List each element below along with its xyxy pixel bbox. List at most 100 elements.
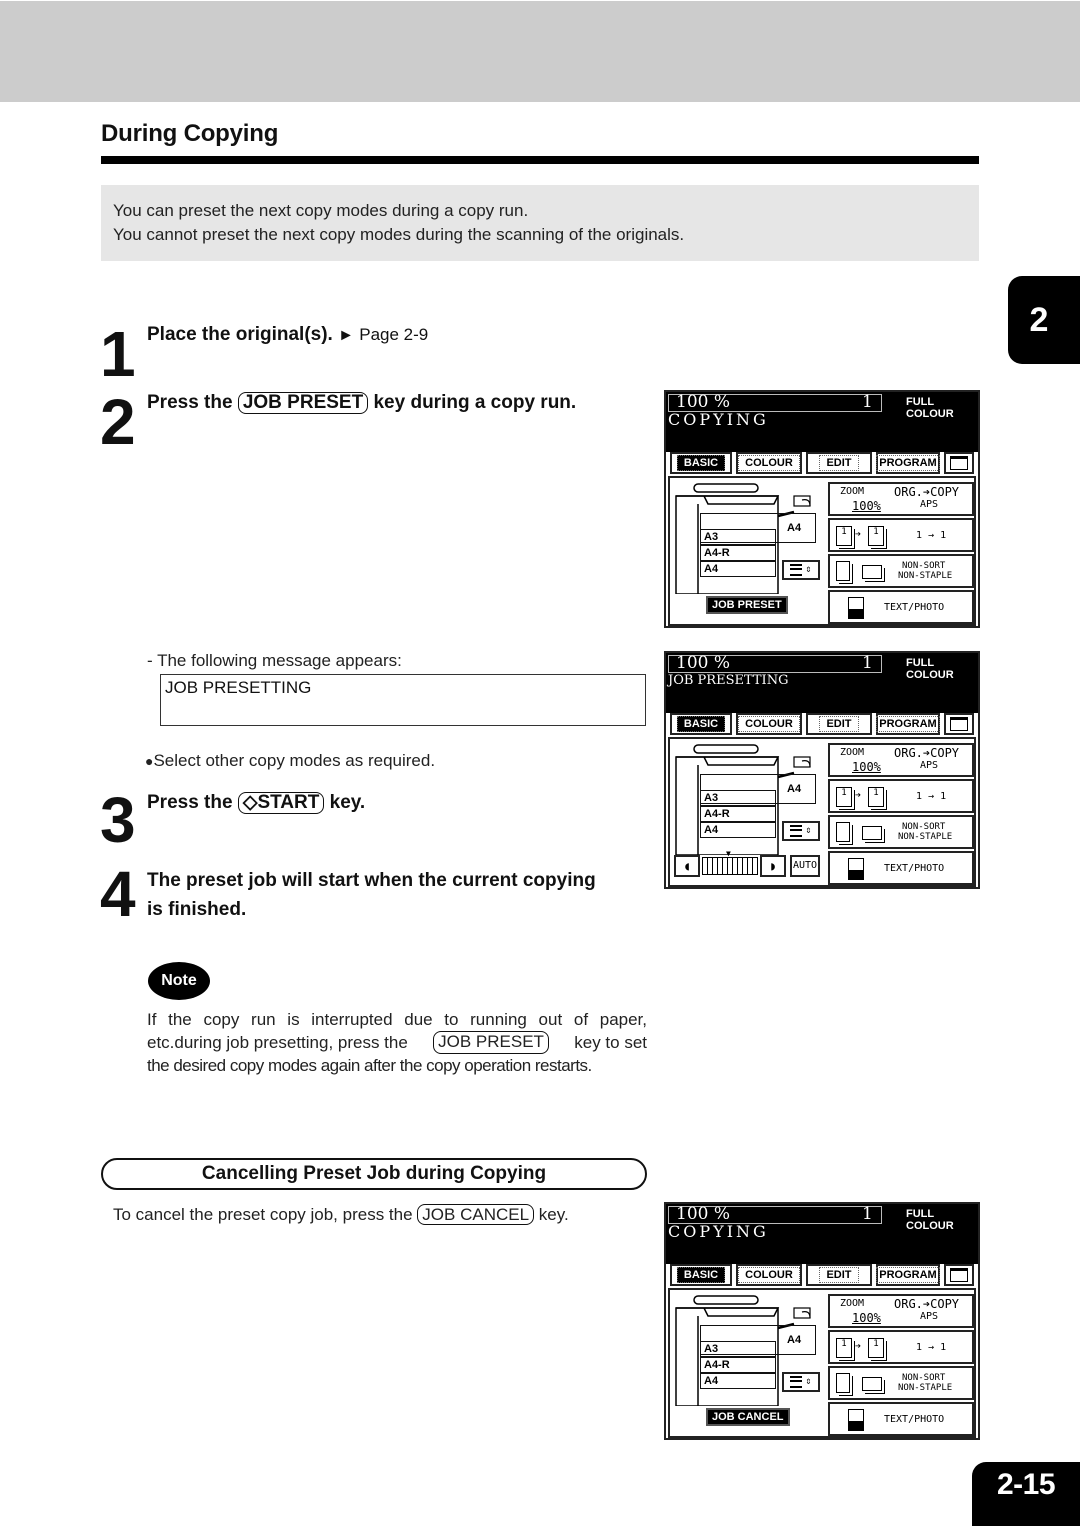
lcd-body: A4 A3 A4-R A4 ⇕ JOB PRESET ZOOM 100% ORG… bbox=[668, 476, 976, 626]
original-page-icon: 1 bbox=[836, 1338, 852, 1358]
keypad-icon bbox=[950, 1268, 968, 1282]
finishing-button[interactable]: NON-SORT NON-STAPLE bbox=[828, 1366, 974, 1400]
copy-page-icon: 1 bbox=[868, 526, 884, 546]
tab-edit[interactable]: EDIT bbox=[806, 713, 872, 735]
tab-label: EDIT bbox=[819, 455, 859, 471]
zoom-button[interactable]: ZOOM 100% ORG.➔COPY APS bbox=[828, 743, 974, 777]
tab-label: COLOUR bbox=[738, 455, 800, 471]
zoom-button[interactable]: ZOOM 100% ORG.➔COPY APS bbox=[828, 482, 974, 516]
tab-program[interactable]: PROGRAM bbox=[876, 1264, 940, 1286]
zoom-label: ZOOM bbox=[840, 747, 865, 758]
step-number: 3 bbox=[100, 784, 136, 856]
tab-colour[interactable]: COLOUR bbox=[736, 713, 802, 735]
note-text: If the copy run is interrupted due to ru… bbox=[147, 1008, 647, 1077]
tab-label: PROGRAM bbox=[876, 716, 940, 732]
lcd-status-message: JOB PRESETTING bbox=[668, 673, 789, 688]
page-reference: Page 2-9 bbox=[359, 325, 429, 344]
tab-label: BASIC bbox=[676, 455, 726, 471]
duplex-button[interactable]: 1 ➔ 1 1 → 1 bbox=[828, 1330, 974, 1364]
cancel-pre: To cancel the preset copy job, press the bbox=[113, 1205, 413, 1224]
zoom-button[interactable]: ZOOM 100% ORG.➔COPY APS bbox=[828, 1294, 974, 1328]
step-3-text: Press the ◇START key. bbox=[147, 792, 365, 814]
finishing-button[interactable]: NON-SORT NON-STAPLE bbox=[828, 554, 974, 588]
tab-keypad[interactable] bbox=[944, 713, 974, 735]
header-band bbox=[0, 1, 1080, 102]
copy-page-icon: 1 bbox=[868, 787, 884, 807]
tray-3[interactable]: A4 bbox=[700, 822, 776, 838]
step-2-pre: Press the bbox=[147, 392, 233, 413]
arrow-right-icon: ➔ bbox=[855, 529, 862, 540]
finishing-button[interactable]: NON-SORT NON-STAPLE bbox=[828, 815, 974, 849]
tab-edit[interactable]: EDIT bbox=[806, 452, 872, 474]
tray-1[interactable]: A3 bbox=[700, 529, 776, 545]
text-photo-icon bbox=[848, 858, 864, 880]
step-3-pre: Press the bbox=[147, 792, 233, 813]
image-mode-button[interactable]: TEXT/PHOTO bbox=[828, 851, 974, 885]
tab-basic[interactable]: BASIC bbox=[670, 452, 732, 474]
density-lighter-button[interactable]: ◖ bbox=[674, 855, 700, 877]
tray-1[interactable]: A3 bbox=[700, 790, 776, 806]
chapter-tab: 2 bbox=[1008, 276, 1080, 364]
job-preset-button[interactable]: JOB PRESET bbox=[706, 596, 788, 614]
finish-line: NON-STAPLE bbox=[898, 1383, 953, 1393]
tab-program[interactable]: PROGRAM bbox=[876, 452, 940, 474]
tray-3[interactable]: A4 bbox=[700, 1373, 776, 1389]
tab-keypad[interactable] bbox=[944, 452, 974, 474]
section-title: During Copying bbox=[101, 120, 279, 147]
tray-size: A4 bbox=[787, 1334, 802, 1346]
note-line2-pre: etc.during job presetting, press the bbox=[147, 1033, 408, 1052]
up-down-arrow-icon: ⇕ bbox=[805, 1376, 812, 1387]
tray-select-button[interactable]: ⇕ bbox=[782, 1372, 820, 1392]
intro-line: You can preset the next copy modes durin… bbox=[113, 201, 529, 220]
tray-2[interactable]: A4-R bbox=[700, 1357, 776, 1373]
step-3-post: key. bbox=[329, 792, 366, 813]
step-number: 4 bbox=[100, 858, 136, 930]
lcd-tabs: BASIC COLOUR EDIT PROGRAM bbox=[670, 452, 976, 476]
tray-select-button[interactable]: ⇕ bbox=[782, 560, 820, 580]
tray-2[interactable]: A4-R bbox=[700, 545, 776, 561]
tab-program[interactable]: PROGRAM bbox=[876, 713, 940, 735]
tray-3[interactable]: A4 bbox=[700, 561, 776, 577]
half-moon-left-icon: ◖ bbox=[683, 859, 691, 873]
note-line: etc.during job presetting, press the JOB… bbox=[147, 1031, 647, 1054]
density-slider[interactable]: ▼ bbox=[702, 849, 758, 875]
lcd-screen-job-cancel: 100 % 1 FULL COLOUR COPYING BASIC COLOUR… bbox=[664, 1202, 980, 1440]
lcd-zoom-readout: 100 % bbox=[676, 653, 731, 673]
lcd-zoom-readout: 100 % bbox=[676, 1204, 731, 1224]
sort-stack-icon bbox=[836, 561, 850, 581]
up-down-arrow-icon: ⇕ bbox=[805, 564, 812, 575]
text-photo-icon bbox=[848, 597, 864, 619]
step-4-text: The preset job will start when the curre… bbox=[147, 866, 596, 924]
arrow-right-icon: ➔ bbox=[855, 1341, 862, 1352]
job-cancel-button[interactable]: JOB CANCEL bbox=[706, 1408, 790, 1426]
tab-basic[interactable]: BASIC bbox=[670, 713, 732, 735]
tray-select-button[interactable]: ⇕ bbox=[782, 821, 820, 841]
step-1-text: Place the original(s). ► Page 2-9 bbox=[147, 324, 428, 346]
text-photo-icon bbox=[848, 1409, 864, 1431]
tab-keypad[interactable] bbox=[944, 1264, 974, 1286]
tray-size: A4 bbox=[787, 783, 802, 795]
auto-label: AUTO bbox=[792, 860, 818, 871]
duplex-button[interactable]: 1 ➔ 1 1 → 1 bbox=[828, 779, 974, 813]
tray-2[interactable]: A4-R bbox=[700, 806, 776, 822]
image-mode-button[interactable]: TEXT/PHOTO bbox=[828, 590, 974, 624]
tab-edit[interactable]: EDIT bbox=[806, 1264, 872, 1286]
half-moon-right-icon: ◗ bbox=[769, 859, 777, 873]
tab-colour[interactable]: COLOUR bbox=[736, 1264, 802, 1286]
finish-line: NON-SORT bbox=[902, 561, 946, 571]
lcd-tabs: BASIC COLOUR EDIT PROGRAM bbox=[670, 713, 976, 737]
image-mode-button[interactable]: TEXT/PHOTO bbox=[828, 1402, 974, 1436]
duplex-button[interactable]: 1 ➔ 1 1 → 1 bbox=[828, 518, 974, 552]
slider-pointer-icon: ▼ bbox=[726, 849, 731, 858]
tab-basic[interactable]: BASIC bbox=[670, 1264, 732, 1286]
job-preset-key: JOB PRESET bbox=[237, 392, 369, 414]
note-line2-post: key to set bbox=[574, 1033, 647, 1052]
tab-colour[interactable]: COLOUR bbox=[736, 452, 802, 474]
auto-density-button[interactable]: AUTO bbox=[790, 855, 820, 877]
org-copy-label: ORG.➔COPY bbox=[894, 1297, 960, 1311]
density-darker-button[interactable]: ◗ bbox=[760, 855, 786, 877]
lcd-body: A4 A3 A4-R A4 ⇕ ◖ ▼ ◗ AUTO ZOOM 100% ORG.➔C… bbox=[668, 737, 976, 887]
tray-1[interactable]: A3 bbox=[700, 1341, 776, 1357]
lcd-header: 100 % 1 FULL COLOUR COPYING bbox=[666, 392, 978, 452]
step-1-label: Place the original(s). bbox=[147, 324, 333, 345]
